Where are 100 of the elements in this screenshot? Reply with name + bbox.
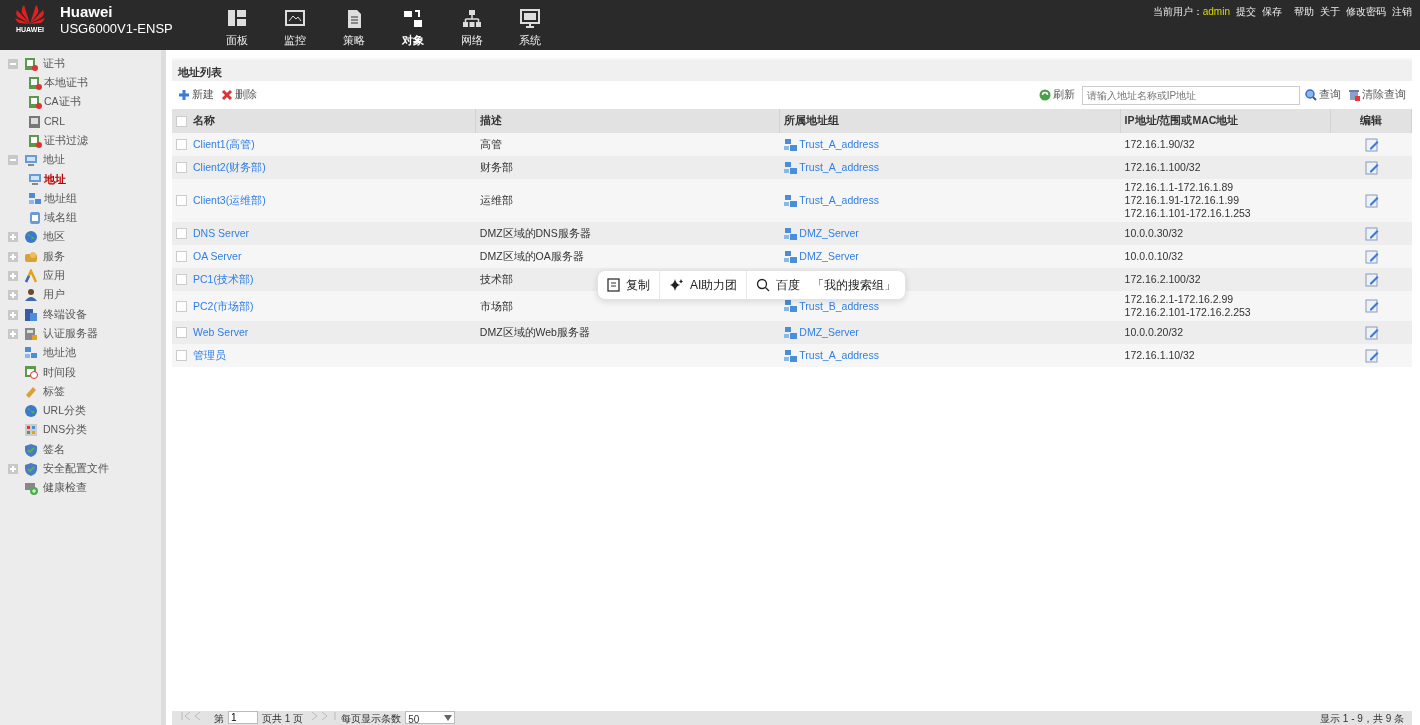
tree-item[interactable]: 时间段: [43, 364, 76, 381]
address-group-link[interactable]: Trust_A_address: [799, 138, 879, 151]
tree-item[interactable]: 地区: [43, 229, 65, 246]
address-group-link[interactable]: DMZ_Server: [799, 326, 859, 339]
expand-toggle[interactable]: [8, 328, 18, 339]
row-checkbox[interactable]: [176, 327, 187, 338]
tree-item[interactable]: 地址: [43, 152, 65, 168]
tree-item[interactable]: 地址池: [43, 345, 76, 361]
address-name-link[interactable]: PC2(市场部): [193, 299, 254, 313]
expand-toggle[interactable]: [8, 270, 18, 281]
tree-item[interactable]: CRL: [44, 113, 65, 130]
address-name-link[interactable]: Client2(财务部): [193, 161, 266, 174]
collapse-toggle[interactable]: [8, 58, 18, 69]
header-link[interactable]: 保存: [1259, 3, 1285, 19]
tree-item[interactable]: 认证服务器: [43, 325, 98, 342]
tree-item[interactable]: 标签: [43, 383, 65, 400]
address-name-link[interactable]: PC1(技术部): [193, 273, 254, 286]
nav-tab[interactable]: 网络: [443, 0, 500, 50]
tree-item[interactable]: 证书: [43, 55, 65, 72]
address-name-link[interactable]: 管理员: [193, 349, 226, 362]
header-link[interactable]: 注销: [1388, 3, 1415, 19]
page-field[interactable]: 1: [228, 711, 258, 724]
address-group-link[interactable]: Trust_A_address: [799, 194, 879, 207]
header-link[interactable]: 帮助: [1290, 3, 1317, 19]
edit-icon[interactable]: [1364, 348, 1379, 363]
new-button[interactable]: 新建: [178, 87, 218, 103]
row-checkbox[interactable]: [176, 300, 187, 312]
edit-icon[interactable]: [1364, 272, 1379, 287]
address-name-link[interactable]: Client1(高管): [193, 138, 255, 151]
row-checkbox[interactable]: [176, 162, 187, 173]
expand-toggle[interactable]: [8, 232, 18, 243]
chart-icon: [284, 8, 307, 29]
expand-toggle[interactable]: [8, 251, 18, 262]
health-icon: [23, 481, 38, 496]
tree-item[interactable]: DNS分类: [43, 422, 88, 439]
collapse-toggle[interactable]: [8, 155, 18, 166]
row-checkbox[interactable]: [176, 228, 187, 239]
refresh-button[interactable]: 刷新: [1039, 87, 1079, 103]
row-checkbox[interactable]: [176, 195, 187, 206]
copy-button[interactable]: 复制: [598, 271, 659, 299]
column-header: 描述: [479, 113, 502, 129]
table-cell: 172.16.2.1-172.16.2.99: [1124, 293, 1234, 306]
search-group-button[interactable]: 「我的搜索组」: [809, 271, 906, 299]
address-name-link[interactable]: OA Server: [193, 250, 242, 263]
tree-item[interactable]: 健康检查: [43, 480, 87, 497]
computer-icon: [23, 153, 38, 168]
document-icon: [607, 278, 620, 292]
edit-icon[interactable]: [1364, 325, 1379, 340]
nav-tab[interactable]: 策略: [326, 0, 382, 50]
tree-item[interactable]: 安全配置文件: [43, 461, 109, 477]
header-link[interactable]: 修改密码: [1342, 3, 1389, 19]
expand-toggle[interactable]: [8, 290, 18, 301]
delete-button[interactable]: 删除: [220, 87, 261, 103]
nav-tab[interactable]: 系统: [502, 0, 559, 50]
edit-icon[interactable]: [1364, 226, 1379, 241]
per-page-select[interactable]: 50: [405, 711, 456, 724]
edit-icon[interactable]: [1364, 299, 1379, 313]
ai-button[interactable]: AI助力团: [660, 271, 747, 299]
tree-item[interactable]: 应用: [43, 268, 65, 284]
tree-item[interactable]: 地址: [44, 171, 66, 188]
address-group-link[interactable]: Trust_A_address: [799, 349, 879, 362]
row-checkbox[interactable]: [176, 350, 187, 361]
column-header: 名称: [193, 113, 215, 129]
nav-tab[interactable]: 面板: [208, 0, 265, 50]
header-link[interactable]: 提交: [1233, 3, 1259, 19]
tree-item[interactable]: 用户: [43, 287, 65, 304]
nav-tab[interactable]: 监控: [267, 0, 324, 50]
expand-toggle[interactable]: [8, 309, 18, 320]
network-icon: [783, 300, 797, 312]
header-link[interactable]: 关于: [1316, 3, 1343, 19]
edit-icon[interactable]: [1364, 137, 1379, 152]
tree-item[interactable]: 本地证书: [44, 75, 88, 91]
row-checkbox[interactable]: [176, 274, 187, 285]
query-button[interactable]: 查询: [1305, 87, 1346, 103]
search-button[interactable]: 百度: [747, 271, 810, 299]
tree-item[interactable]: 终端设备: [43, 306, 87, 323]
address-group-link[interactable]: DMZ_Server: [799, 227, 859, 240]
tree-item[interactable]: 域名组: [44, 210, 77, 226]
row-checkbox[interactable]: [176, 139, 187, 150]
select-all-checkbox[interactable]: [176, 115, 187, 127]
address-name-link[interactable]: Client3(运维部): [193, 194, 266, 207]
address-group-link[interactable]: Trust_A_address: [799, 161, 879, 174]
tree-item[interactable]: 服务: [43, 248, 65, 265]
address-group-link[interactable]: Trust_B_address: [799, 299, 879, 313]
edit-icon[interactable]: [1364, 249, 1379, 264]
tree-item[interactable]: 证书过滤: [44, 132, 88, 149]
search-field[interactable]: 请输入地址名称或IP地址: [1081, 85, 1300, 105]
row-checkbox[interactable]: [176, 251, 187, 262]
tree-item[interactable]: 签名: [43, 441, 65, 458]
nav-tab[interactable]: 对象: [384, 0, 441, 50]
address-name-link[interactable]: DNS Server: [193, 227, 249, 240]
address-name-link[interactable]: Web Server: [193, 326, 249, 339]
tree-item[interactable]: CA证书: [44, 94, 81, 111]
tree-item[interactable]: URL分类: [43, 403, 86, 419]
tree-item[interactable]: 地址组: [44, 190, 77, 207]
clear-query-button[interactable]: 清除查询: [1348, 87, 1410, 103]
address-group-link[interactable]: DMZ_Server: [799, 250, 859, 263]
edit-icon[interactable]: [1364, 193, 1379, 208]
expand-toggle[interactable]: [8, 463, 18, 474]
edit-icon[interactable]: [1364, 160, 1379, 175]
